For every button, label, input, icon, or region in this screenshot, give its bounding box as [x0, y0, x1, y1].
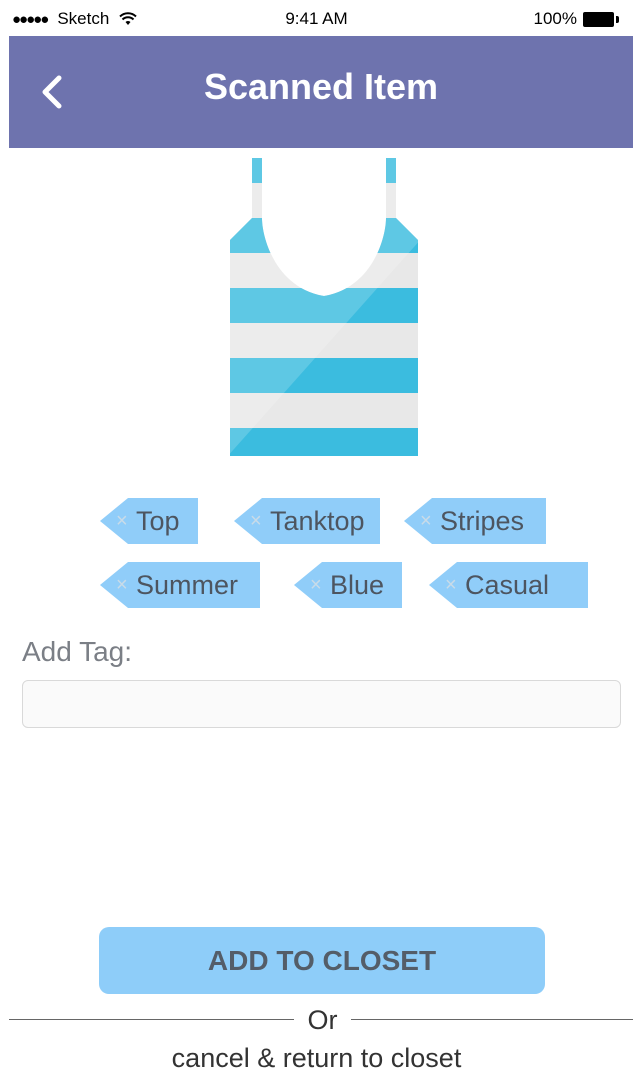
x-icon[interactable]: × — [445, 562, 457, 608]
tag-tanktop[interactable]: × Tanktop — [234, 498, 380, 544]
cancel-link[interactable]: cancel & return to closet — [0, 1043, 633, 1074]
battery-icon — [583, 11, 619, 27]
add-to-closet-button[interactable]: ADD TO CLOSET — [99, 927, 545, 994]
x-icon[interactable]: × — [420, 498, 432, 544]
add-tag-label: Add Tag: — [22, 636, 133, 667]
divider-right — [351, 1019, 633, 1020]
x-icon[interactable]: × — [250, 498, 262, 544]
battery-percent: 100% — [533, 9, 577, 28]
page-title: Scanned Item — [203, 66, 439, 107]
tag-label: Tanktop — [270, 506, 365, 536]
tag-label: Casual — [465, 570, 550, 600]
divider-left — [9, 1019, 294, 1020]
status-right: 100% — [534, 9, 619, 29]
nav-bar: Scanned Item — [9, 36, 633, 148]
tag-stripes[interactable]: × Stripes — [404, 498, 546, 544]
add-tag-input[interactable] — [22, 680, 621, 728]
x-icon[interactable]: × — [116, 562, 128, 608]
tag-casual[interactable]: × Casual — [429, 562, 588, 608]
tag-summer[interactable]: × Summer — [100, 562, 260, 608]
x-icon[interactable]: × — [310, 562, 322, 608]
x-icon[interactable]: × — [116, 498, 128, 544]
tag-label: Stripes — [440, 506, 525, 536]
item-image — [230, 158, 418, 456]
tag-label: Blue — [330, 570, 385, 600]
or-label: Or — [307, 1005, 338, 1035]
tag-label: Top — [136, 506, 180, 536]
tag-top[interactable]: × Top — [100, 498, 198, 544]
status-bar: ●●●●● Sketch 9:41 AM 100% — [0, 0, 633, 36]
tag-label: Summer — [136, 570, 239, 600]
tag-blue[interactable]: × Blue — [294, 562, 402, 608]
